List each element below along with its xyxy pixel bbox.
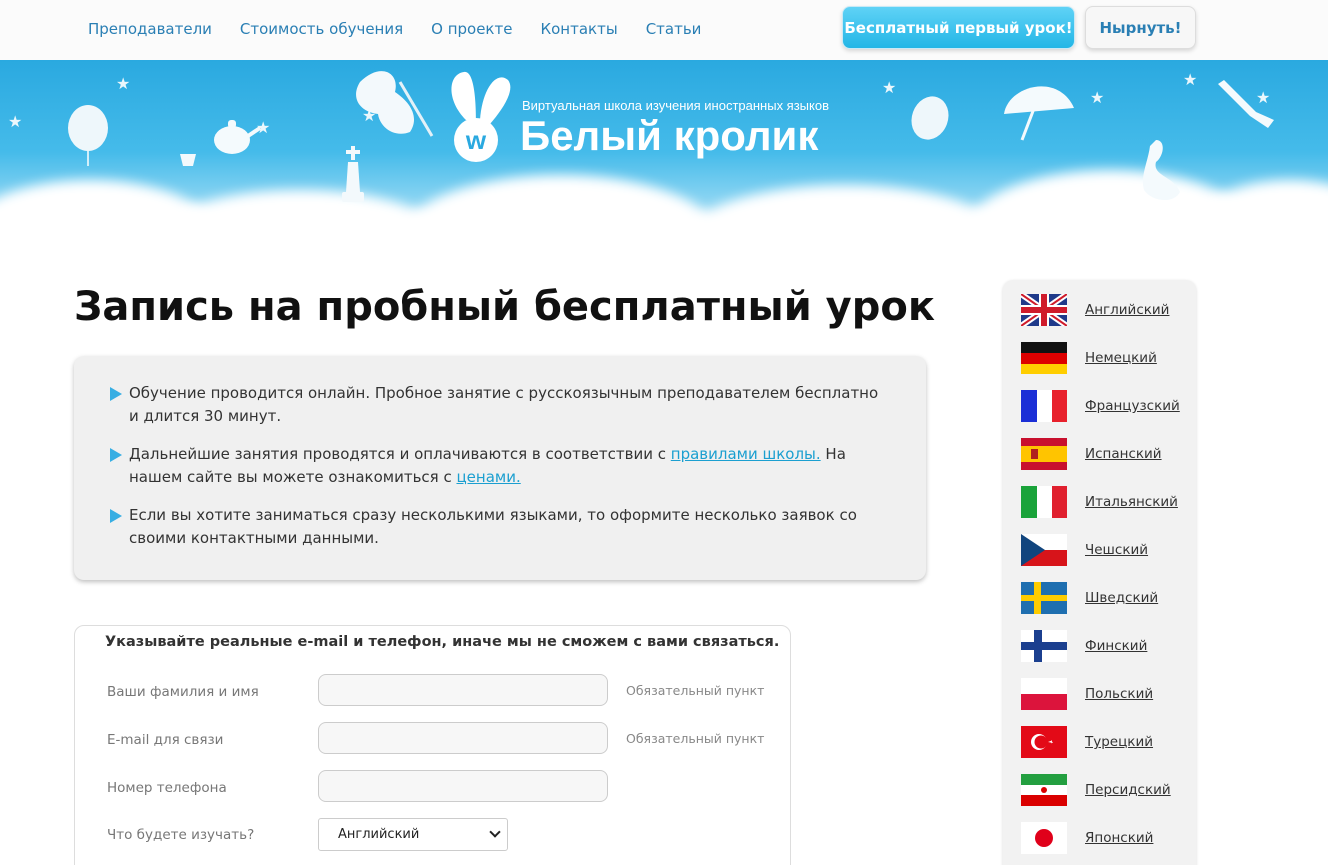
star-icon: ★ — [116, 74, 131, 93]
sidebar-item-label: Испанский — [1085, 446, 1162, 462]
sidebar-item-german[interactable]: Немецкий — [1021, 342, 1157, 374]
sidebar-item-japanese[interactable]: Японский — [1021, 822, 1153, 854]
phone-input[interactable] — [318, 770, 608, 802]
form-warning: Указывайте реальные e-mail и телефон, ин… — [105, 634, 780, 650]
trumpet-icon — [1218, 80, 1274, 128]
info-item: Дальнейшие занятия проводятся и оплачива… — [110, 443, 890, 489]
sidebar-item-english[interactable]: Английский — [1021, 294, 1169, 326]
nav-link-pricing[interactable]: Стоимость обучения — [240, 20, 403, 38]
sidebar-item-label: Итальянский — [1085, 494, 1178, 510]
iran-flag-icon — [1021, 774, 1067, 806]
sidebar-item-label: Финский — [1085, 638, 1148, 654]
chevron-down-icon — [489, 826, 501, 838]
star-icon: ★ — [8, 112, 23, 131]
logo-brand-name: Белый кролик — [520, 112, 819, 159]
language-select[interactable]: Английский — [318, 818, 508, 851]
arrow-bullet-icon — [110, 509, 122, 523]
info-item-text: Дальнейшие занятия проводятся и оплачива… — [110, 443, 890, 489]
main-nav: Преподаватели Стоимость обучения О проек… — [88, 20, 729, 38]
name-input[interactable] — [318, 674, 608, 706]
germany-flag-icon — [1021, 342, 1067, 374]
info-item: Если вы хотите заниматься сразу нескольк… — [110, 504, 890, 550]
sidebar-item-label: Английский — [1085, 302, 1170, 318]
france-flag-icon — [1021, 390, 1067, 422]
star-icon: ★ — [1183, 70, 1198, 89]
sidebar-item-italian[interactable]: Итальянский — [1021, 486, 1178, 518]
sidebar-item-label: Японский — [1085, 830, 1154, 846]
balloon-icon — [68, 105, 108, 166]
name-label: Ваши фамилия и имя — [107, 684, 259, 700]
violin-icon — [356, 71, 434, 137]
sidebar-item-finnish[interactable]: Финский — [1021, 630, 1147, 662]
logo-tagline: Виртуальная школа изучения иностранных я… — [522, 98, 829, 113]
nav-link-about[interactable]: О проекте — [431, 20, 512, 38]
sidebar-item-label: Персидский — [1085, 782, 1171, 798]
sidebar-item-spanish[interactable]: Испанский — [1021, 438, 1162, 470]
sidebar-item-turkish[interactable]: Турецкий — [1021, 726, 1153, 758]
languages-sidebar: Английский Немецкий Французский Испански… — [1003, 280, 1196, 865]
info-box: Обучение проводится онлайн. Пробное заня… — [74, 356, 926, 580]
star-icon: ★ — [1090, 88, 1105, 107]
nav-link-teachers[interactable]: Преподаватели — [88, 20, 212, 38]
sidebar-item-czech[interactable]: Чешский — [1021, 534, 1148, 566]
japan-flag-icon — [1021, 822, 1067, 854]
prices-link[interactable]: ценами. — [456, 468, 520, 486]
school-rules-link[interactable]: правилами школы. — [671, 445, 821, 463]
sidebar-item-label: Турецкий — [1085, 734, 1154, 750]
uk-flag-icon — [1021, 294, 1067, 326]
email-input[interactable] — [318, 722, 608, 754]
sidebar-item-persian[interactable]: Персидский — [1021, 774, 1171, 806]
info-text-part: Дальнейшие занятия проводятся и оплачива… — [129, 445, 671, 463]
language-select-value: Английский — [338, 827, 420, 842]
svg-text:w: w — [465, 125, 487, 155]
chess-king-icon — [342, 146, 364, 202]
sidebar-item-label: Французский — [1085, 398, 1180, 414]
rabbit-logo-icon: w — [451, 71, 511, 162]
sidebar-item-polish[interactable]: Польский — [1021, 678, 1153, 710]
cup-icon — [180, 154, 196, 166]
sidebar-item-label: Чешский — [1085, 542, 1149, 558]
required-note: Обязательный пункт — [626, 731, 765, 746]
spain-flag-icon — [1021, 438, 1067, 470]
study-label: Что будете изучать? — [107, 827, 255, 843]
cloud-decoration — [400, 175, 720, 265]
page-title: Запись на пробный бесплатный урок — [74, 284, 935, 330]
free-lesson-button[interactable]: Бесплатный первый урок! — [842, 6, 1075, 49]
required-note: Обязательный пункт — [626, 683, 765, 698]
czech-flag-icon — [1021, 534, 1067, 566]
sidebar-item-french[interactable]: Французский — [1021, 390, 1180, 422]
balloon-icon — [911, 96, 949, 140]
sweden-flag-icon — [1021, 582, 1067, 614]
phone-label: Номер телефона — [107, 780, 227, 796]
sidebar-item-swedish[interactable]: Шведский — [1021, 582, 1158, 614]
info-item-text: Если вы хотите заниматься сразу нескольк… — [129, 506, 857, 547]
umbrella-icon — [1004, 86, 1074, 141]
nav-link-articles[interactable]: Статьи — [646, 20, 702, 38]
signup-form: Указывайте реальные e-mail и телефон, ин… — [74, 625, 791, 865]
sidebar-item-label: Немецкий — [1085, 350, 1157, 366]
flamingo-icon — [1142, 140, 1180, 201]
poland-flag-icon — [1021, 678, 1067, 710]
top-navigation-bar: Преподаватели Стоимость обучения О проек… — [0, 0, 1328, 60]
dive-button[interactable]: Нырнуть! — [1085, 6, 1196, 49]
info-item-text: Обучение проводится онлайн. Пробное заня… — [129, 384, 879, 425]
header-banner: ★ ★ ★ ★ ★ ★ ★ ★ w Виртуальная школа изуч… — [0, 60, 1328, 265]
email-label: E-mail для связи — [107, 732, 224, 748]
finland-flag-icon — [1021, 630, 1067, 662]
info-item: Обучение проводится онлайн. Пробное заня… — [110, 382, 890, 428]
turkey-flag-icon — [1021, 726, 1067, 758]
italy-flag-icon — [1021, 486, 1067, 518]
sidebar-item-label: Польский — [1085, 686, 1154, 702]
site-logo[interactable]: w Виртуальная школа изучения иностранных… — [446, 70, 829, 180]
arrow-bullet-icon — [110, 448, 122, 462]
nav-link-contacts[interactable]: Контакты — [540, 20, 617, 38]
teapot-icon — [214, 120, 262, 154]
star-icon: ★ — [882, 78, 897, 97]
sidebar-item-label: Шведский — [1085, 590, 1159, 606]
cloud-decoration — [680, 185, 1010, 265]
arrow-bullet-icon — [110, 387, 122, 401]
